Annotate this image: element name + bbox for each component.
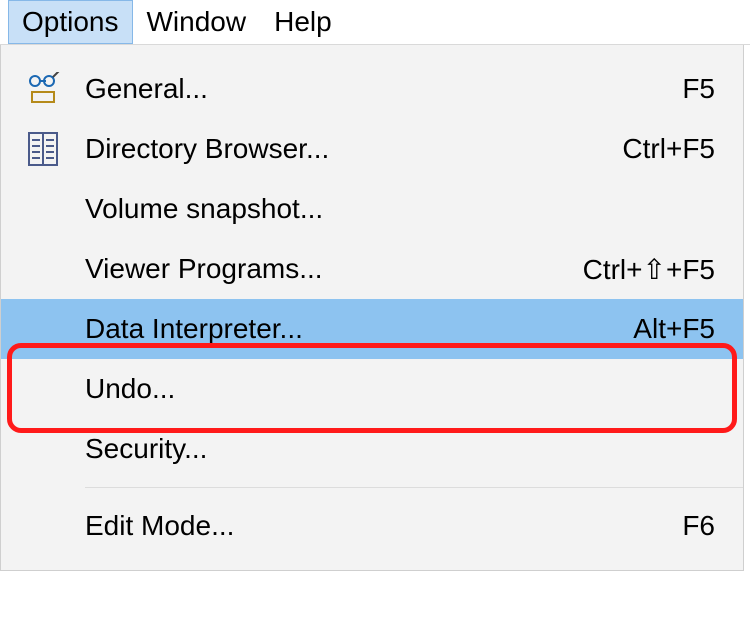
menu-item-general[interactable]: General... F5 (1, 59, 743, 119)
menu-item-shortcut: Ctrl+F5 (622, 133, 715, 165)
menubar-window[interactable]: Window (133, 0, 261, 44)
directory-browser-icon (1, 132, 85, 166)
menu-item-shortcut: Ctrl+⇧+F5 (583, 253, 715, 286)
menu-item-label: Directory Browser... (85, 133, 622, 165)
menu-item-label: Undo... (85, 373, 715, 405)
menu-item-undo[interactable]: Undo... (1, 359, 743, 419)
menu-item-label: General... (85, 73, 682, 105)
menu-item-directory-browser[interactable]: Directory Browser... Ctrl+F5 (1, 119, 743, 179)
menu-item-label: Data Interpreter... (85, 313, 633, 345)
options-dropdown: General... F5 Directory Browser... (0, 45, 744, 571)
menu-item-label: Edit Mode... (85, 510, 682, 542)
menubar-help[interactable]: Help (260, 0, 346, 44)
menu-item-viewer-programs[interactable]: Viewer Programs... Ctrl+⇧+F5 (1, 239, 743, 299)
general-options-icon (1, 72, 85, 106)
menu-item-security[interactable]: Security... (1, 419, 743, 479)
menu-item-label: Viewer Programs... (85, 253, 583, 285)
menu-item-volume-snapshot[interactable]: Volume snapshot... (1, 179, 743, 239)
menubar-options[interactable]: Options (8, 0, 133, 44)
menu-item-shortcut: F6 (682, 510, 715, 542)
menu-separator (85, 487, 743, 488)
menubar: Options Window Help (0, 0, 750, 45)
menu-item-label: Volume snapshot... (85, 193, 715, 225)
menu-item-label: Security... (85, 433, 715, 465)
menu-item-shortcut: F5 (682, 73, 715, 105)
menu-item-shortcut: Alt+F5 (633, 313, 715, 345)
menu-item-edit-mode[interactable]: Edit Mode... F6 (1, 496, 743, 556)
menu-item-data-interpreter[interactable]: Data Interpreter... Alt+F5 (1, 299, 743, 359)
